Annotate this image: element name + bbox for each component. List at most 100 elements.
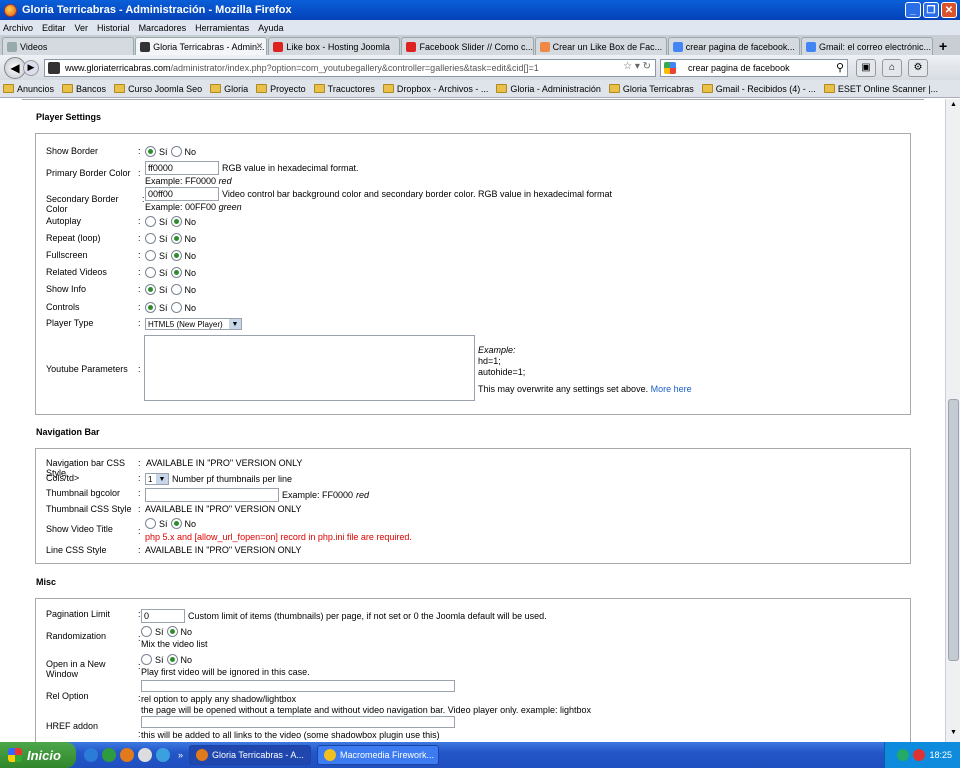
tray-alert-icon[interactable] [913, 749, 926, 761]
quicklaunch-overflow-icon[interactable]: » [178, 750, 183, 760]
browser-tab[interactable]: Facebook Slider // Como c... [401, 37, 534, 55]
row-line-css: Line CSS Style: AVAILABLE IN "PRO" VERSI… [46, 545, 302, 555]
home-icon[interactable]: ⌂ [882, 58, 902, 77]
show-title-yes-radio[interactable] [145, 518, 156, 529]
ie-icon[interactable] [84, 748, 98, 762]
minimize-button[interactable]: _ [905, 2, 921, 18]
label-showinfo: Show Info [46, 284, 87, 294]
menu-item[interactable]: Herramientas [195, 23, 249, 33]
folder-icon [701, 84, 713, 93]
controls-yes-radio[interactable] [145, 302, 156, 313]
magnifier-icon[interactable]: ⚲ [836, 61, 844, 74]
more-here-link[interactable]: More here [651, 384, 692, 394]
browser-tab[interactable]: Videos [2, 37, 135, 55]
bookmark-item[interactable]: Tracuctores [313, 84, 375, 94]
bookmark-item[interactable]: Bancos [62, 84, 106, 94]
label-secondary-color: Secondary Border Color [46, 194, 119, 214]
yes-label: Sí [159, 302, 168, 313]
close-tab-icon[interactable]: ✕ [256, 41, 264, 52]
href-input[interactable] [141, 716, 455, 728]
tab-label: Videos [20, 41, 48, 52]
repeat-yes-radio[interactable] [145, 233, 156, 244]
maximize-button[interactable]: ❐ [923, 2, 939, 18]
primary-color-input[interactable]: ff0000 [145, 161, 219, 175]
site-identity-icon[interactable] [48, 61, 60, 74]
player-type-select[interactable]: HTML5 (New Player) ▼ [145, 318, 242, 330]
tab-label: Crear un Like Box de Fac... [552, 41, 663, 52]
bookmark-item[interactable]: Gloria [210, 84, 248, 94]
skype-icon[interactable] [156, 748, 170, 762]
menu-item[interactable]: Marcadores [139, 23, 187, 33]
show-border-yes-radio[interactable] [145, 146, 156, 157]
bookmark-item[interactable]: Proyecto [256, 84, 306, 94]
browser-tab[interactable]: Like box - Hosting Joomla [268, 37, 401, 55]
window-titlebar: Gloria Terricabras - Administración - Mo… [0, 0, 960, 20]
addon-icon[interactable]: ▣ [856, 58, 876, 77]
bookmark-item[interactable]: Anuncios [3, 84, 54, 94]
menu-item[interactable]: Archivo [3, 23, 33, 33]
bookmark-label: Proyecto [270, 83, 306, 94]
desktop-icon[interactable] [138, 748, 152, 762]
menu-item[interactable]: Historial [97, 23, 130, 33]
vertical-scrollbar[interactable]: ▲ ▼ [945, 99, 960, 742]
scrollbar-thumb[interactable] [948, 399, 959, 661]
new-tab-button[interactable]: + [934, 37, 952, 55]
label-yt-params: Youtube Parameters [46, 364, 128, 374]
tray-network-icon[interactable] [897, 749, 910, 761]
google-search-icon[interactable] [664, 61, 676, 74]
browser-tab[interactable]: Gmail: el correo electrónic... [800, 37, 934, 55]
taskbar-firefox[interactable]: Gloria Terricabras - A... [189, 745, 312, 765]
secondary-color-input[interactable]: 00ff00 [145, 187, 219, 201]
yes-label: Sí [159, 233, 168, 244]
menu-item[interactable]: Ver [75, 23, 89, 33]
controls-no-radio[interactable] [170, 302, 182, 313]
folder-icon [62, 84, 74, 93]
close-button[interactable]: ✕ [941, 2, 957, 18]
url-bar[interactable]: www.gloriaterricabras.com/administrator/… [44, 58, 656, 77]
related-no-radio[interactable] [170, 267, 182, 278]
repeat-no-radio[interactable] [170, 233, 182, 244]
browser-tab[interactable]: Gloria Terricabras - Admin... ✕ [135, 37, 268, 55]
showinfo-no-radio[interactable] [170, 284, 182, 295]
show-border-no-radio[interactable] [170, 146, 182, 157]
show-title-no-radio[interactable] [170, 518, 182, 529]
fullscreen-no-radio[interactable] [170, 250, 182, 261]
browser-tab[interactable]: crear pagina de facebook... [667, 37, 800, 55]
rel-input[interactable] [141, 680, 455, 692]
menu-item[interactable]: Editar [42, 23, 66, 33]
search-box[interactable]: crear pagina de facebook ⚲ [660, 58, 848, 77]
chrome-icon[interactable] [102, 748, 116, 762]
related-yes-radio[interactable] [145, 267, 156, 278]
tools-icon[interactable]: ⚙ [908, 58, 928, 77]
autoplay-no-radio[interactable] [170, 216, 182, 227]
start-button[interactable]: Inicio [0, 742, 76, 768]
bookmark-item[interactable]: Dropbox - Archivos - ... [382, 84, 488, 94]
bookmark-item[interactable]: Gloria - Administración [496, 84, 601, 94]
forward-button[interactable]: ▶ [23, 59, 39, 76]
autoplay-yes-radio[interactable] [145, 216, 156, 227]
thumb-bgcolor-input[interactable] [145, 488, 279, 502]
browser-tab[interactable]: Crear un Like Box de Fac... [534, 37, 667, 55]
scroll-up-icon[interactable]: ▲ [948, 101, 959, 112]
youtube-params-textarea[interactable] [144, 335, 475, 401]
bookmark-item[interactable]: Curso Joomla Seo [114, 84, 202, 94]
random-no-radio[interactable] [166, 626, 178, 637]
random-yes-radio[interactable] [141, 626, 152, 637]
yes-label: Sí [159, 284, 168, 295]
scroll-down-icon[interactable]: ▼ [948, 729, 959, 740]
pagination-input[interactable]: 0 [141, 609, 185, 623]
taskbar-fireworks[interactable]: Macromedia Firework... [317, 745, 440, 765]
new-window-no-radio[interactable] [166, 654, 178, 665]
menu-item[interactable]: Ayuda [258, 23, 283, 33]
bookmark-star-icon[interactable]: ☆ ▾ ↻ [623, 61, 651, 72]
new-window-yes-radio[interactable] [141, 654, 152, 665]
bookmark-item[interactable]: Gloria Terricabras [608, 84, 694, 94]
cols-select[interactable]: 1 ▼ [145, 473, 169, 485]
bookmark-item[interactable]: Gmail - Recibidos (4) - ... [701, 84, 816, 94]
showinfo-yes-radio[interactable] [145, 284, 156, 295]
bookmark-item[interactable]: ESET Online Scanner |... [823, 84, 938, 94]
navigation-toolbar: ◀ ▶ www.gloriaterricabras.com/administra… [0, 55, 960, 80]
bookmark-label: Gloria [224, 83, 249, 94]
firefox-quicklaunch-icon[interactable] [120, 748, 134, 762]
fullscreen-yes-radio[interactable] [145, 250, 156, 261]
